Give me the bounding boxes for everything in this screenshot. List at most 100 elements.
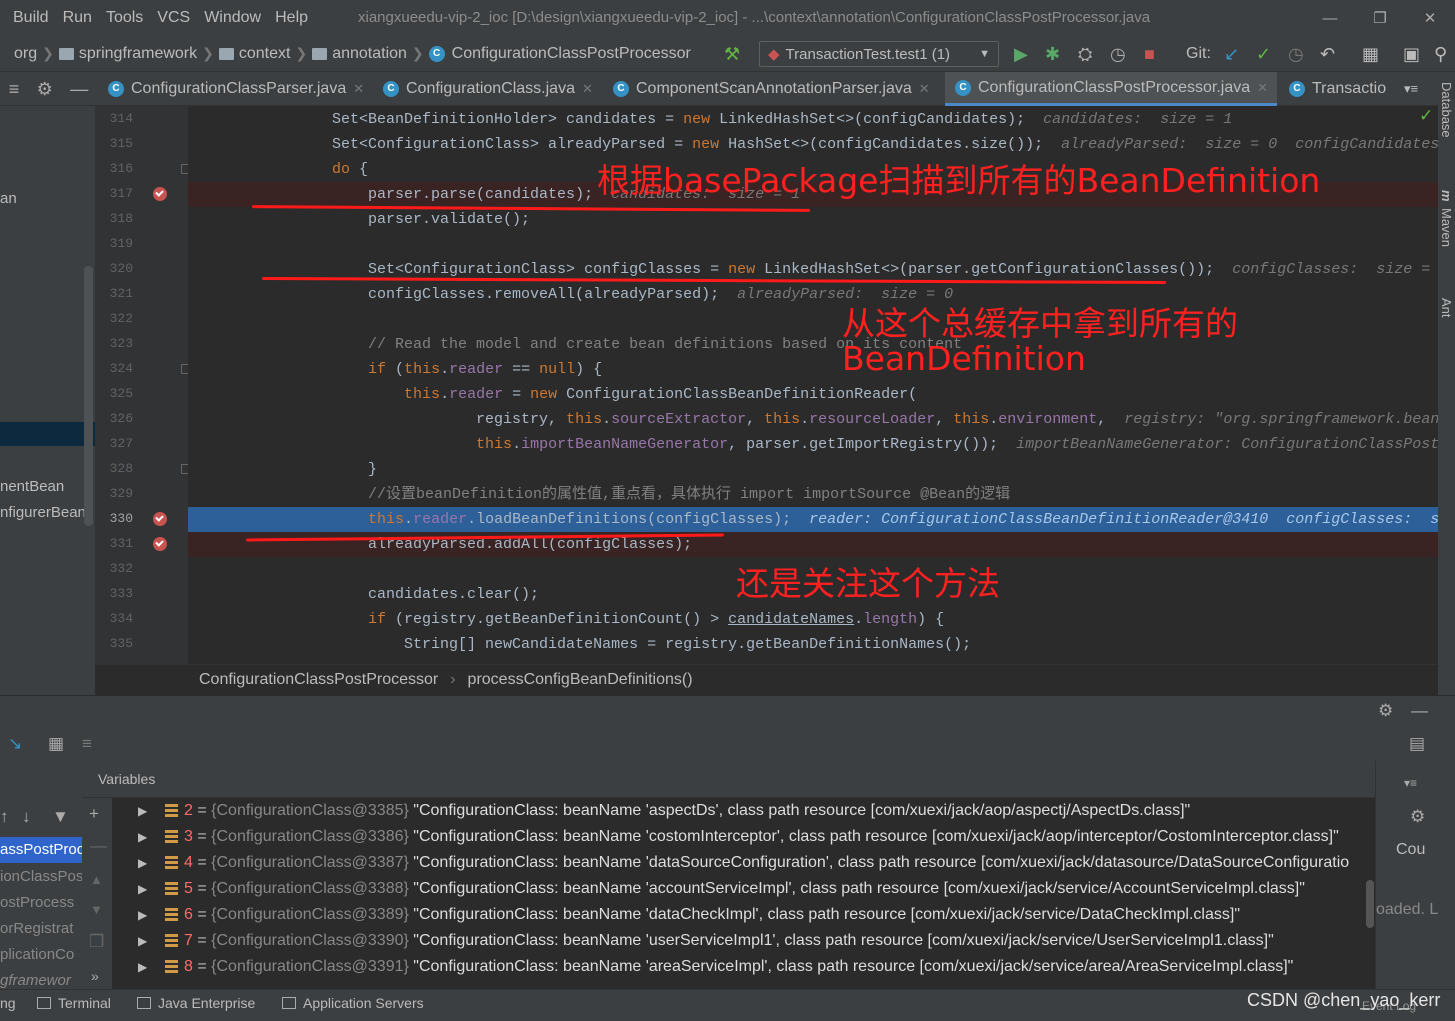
run-configuration-select[interactable]: ◆ TransactionTest.test1 (1) ▼ xyxy=(759,41,999,67)
expand-arrow-icon[interactable]: ▶ xyxy=(138,798,147,824)
copy-icon[interactable]: ❐ xyxy=(89,932,104,952)
breadcrumb-method[interactable]: processConfigBeanDefinitions() xyxy=(468,671,693,689)
expand-arrow-icon[interactable]: ▶ xyxy=(138,876,147,902)
remove-watch-icon[interactable]: — xyxy=(90,836,107,856)
tab-configurationclass[interactable]: C ConfigurationClass.java ✕ xyxy=(373,72,605,106)
step-out-icon[interactable]: ↘ xyxy=(8,734,22,754)
arrow-up-icon[interactable]: ↑ xyxy=(0,807,9,827)
code-line[interactable]: } xyxy=(188,457,1438,482)
project-item[interactable]: an xyxy=(0,190,17,207)
breakpoint-icon[interactable] xyxy=(153,187,167,201)
code-line[interactable]: this.reader.loadBeanDefinitions(configCl… xyxy=(188,507,1438,532)
list-options-icon[interactable]: ▾≡ xyxy=(1404,773,1417,793)
collapse-icon[interactable]: ≡ xyxy=(9,79,20,100)
expand-arrow-icon[interactable]: ▶ xyxy=(138,850,147,876)
expand-arrow-icon[interactable]: ▶ xyxy=(138,824,147,850)
git-history-icon[interactable]: ◷ xyxy=(1288,42,1304,66)
menu-window[interactable]: Window xyxy=(197,9,268,27)
frame-icon[interactable]: ▣ xyxy=(1403,42,1420,66)
project-scrollbar[interactable] xyxy=(84,266,93,526)
close-tab-icon[interactable]: ✕ xyxy=(1257,80,1268,96)
code-line[interactable]: configClasses.removeAll(alreadyParsed); … xyxy=(188,282,1438,307)
frame-item[interactable]: ostProcess xyxy=(0,890,82,916)
add-watch-icon[interactable]: + xyxy=(89,804,99,824)
code-line[interactable]: this.importBeanNameGenerator, parser.get… xyxy=(188,432,1438,457)
java-enterprise-tab[interactable]: Java Enterprise xyxy=(137,995,255,1011)
fold-marker-icon[interactable] xyxy=(181,164,188,174)
close-tab-icon[interactable]: ✕ xyxy=(353,81,364,97)
evaluate-icon[interactable]: ▦ xyxy=(48,734,64,754)
arrow-down-icon[interactable]: ↓ xyxy=(22,807,31,827)
filter-icon[interactable]: ▼ xyxy=(52,807,69,827)
code-line[interactable]: if (this.reader == null) { xyxy=(188,357,1438,382)
gear-icon[interactable]: ⚙ xyxy=(1378,701,1393,721)
git-update-icon[interactable]: ↙ xyxy=(1224,42,1239,66)
frame-item[interactable]: ionClassPos xyxy=(0,864,82,890)
terminal-tab[interactable]: Terminal xyxy=(37,995,111,1011)
menu-tools[interactable]: Tools xyxy=(99,9,150,27)
expand-arrow-icon[interactable]: ▶ xyxy=(138,928,147,954)
project-item[interactable]: nfigurerBean xyxy=(0,504,86,521)
close-icon[interactable]: ✕ xyxy=(1405,0,1455,36)
git-commit-icon[interactable]: ✓ xyxy=(1256,42,1271,66)
hide-icon[interactable]: — xyxy=(70,79,88,100)
coverage-icon[interactable]: ⛭ xyxy=(1078,42,1092,66)
crumb-context[interactable]: context ❯ xyxy=(218,45,312,63)
editor-gutter[interactable]: 314 315 316 317 318 319 320 321 322 323 324 325 326 3… xyxy=(95,106,188,664)
search-icon[interactable]: ⚲ xyxy=(1434,42,1447,66)
variable-row[interactable]: ▶ 6 = {ConfigurationClass@3389} "Configur… xyxy=(112,902,1375,928)
menu-build[interactable]: Build xyxy=(0,9,56,27)
ant-tool[interactable]: Ant xyxy=(1439,298,1454,318)
variable-row[interactable]: ▶ 3 = {ConfigurationClass@3386} "Configur… xyxy=(112,824,1375,850)
project-item[interactable]: nentBean xyxy=(0,478,64,495)
breadcrumb-class[interactable]: ConfigurationClassPostProcessor xyxy=(199,671,438,689)
variable-row[interactable]: ▶ 4 = {ConfigurationClass@3387} "Configur… xyxy=(112,850,1375,876)
frame-item[interactable]: plicationCo xyxy=(0,942,82,968)
stop-icon[interactable]: ■ xyxy=(1144,42,1155,66)
tab-componentscanannotationparser[interactable]: C ComponentScanAnnotationParser.java ✕ xyxy=(603,72,943,106)
frame-item[interactable]: gframewor xyxy=(0,968,82,989)
code-line[interactable]: parser.validate(); xyxy=(188,207,1438,232)
fold-marker-icon[interactable] xyxy=(181,464,188,474)
status-left[interactable]: ng xyxy=(0,995,16,1011)
fold-marker-icon[interactable] xyxy=(181,364,188,374)
menu-vcs[interactable]: VCS xyxy=(150,9,197,27)
variables-tree[interactable]: ▶ 2 = {ConfigurationClass@3385} "Configur… xyxy=(112,798,1375,989)
crumb-org[interactable]: org ❯ xyxy=(14,45,59,63)
expand-arrow-icon[interactable]: ▶ xyxy=(138,954,147,980)
debug-icon[interactable]: ✱ xyxy=(1045,42,1060,66)
tab-list-icon[interactable]: ▾≡ xyxy=(1400,72,1438,106)
variables-scrollbar[interactable] xyxy=(1366,880,1374,928)
restore-icon[interactable]: ❐ xyxy=(1355,0,1405,36)
crumb-springframework[interactable]: springframework ❯ xyxy=(58,45,219,63)
maven-m-icon[interactable]: m xyxy=(1439,190,1454,202)
run-icon[interactable]: ▶ xyxy=(1014,42,1028,66)
variable-row[interactable]: ▶ 2 = {ConfigurationClass@3385} "Configur… xyxy=(112,798,1375,824)
application-servers-tab[interactable]: Application Servers xyxy=(282,995,424,1011)
hide-icon[interactable]: — xyxy=(1411,701,1428,721)
variable-row[interactable]: ▶ 5 = {ConfigurationClass@3388} "Configur… xyxy=(112,876,1375,902)
inspection-ok-icon[interactable]: ✓ xyxy=(1419,106,1433,126)
close-tab-icon[interactable]: ✕ xyxy=(919,81,930,97)
trace-icon[interactable]: ≡ xyxy=(82,734,92,754)
minimize-icon[interactable]: — xyxy=(1305,0,1355,36)
gear-icon[interactable]: ⚙ xyxy=(37,79,53,100)
code-line[interactable]: registry, this.sourceExtractor, this.res… xyxy=(188,407,1438,432)
code-line[interactable] xyxy=(188,307,1438,332)
menu-run[interactable]: Run xyxy=(56,9,99,27)
code-line[interactable]: String[] newCandidateNames = registry.ge… xyxy=(188,632,1438,657)
tab-configurationclassparser[interactable]: C ConfigurationClassParser.java ✕ xyxy=(98,72,370,106)
code-line[interactable] xyxy=(188,232,1438,257)
variable-row[interactable]: ▶ 7 = {ConfigurationClass@3390} "Configur… xyxy=(112,928,1375,954)
frame-item[interactable]: assPostProc xyxy=(0,837,82,863)
more-icon[interactable]: » xyxy=(91,966,99,986)
crumb-annotation[interactable]: annotation ❯ xyxy=(312,45,428,63)
code-line[interactable]: if (registry.getBeanDefinitionCount() > … xyxy=(188,607,1438,632)
close-tab-icon[interactable]: ✕ xyxy=(582,81,593,97)
code-line[interactable]: Set<BeanDefinitionHolder> candidates = n… xyxy=(188,107,1438,132)
crumb-class[interactable]: C ConfigurationClassPostProcessor xyxy=(428,45,691,63)
project-structure-icon[interactable]: ▦ xyxy=(1362,42,1379,66)
code-line[interactable]: // Read the model and create bean defini… xyxy=(188,332,1438,357)
code-line[interactable]: alreadyParsed.addAll(configClasses); xyxy=(188,532,1438,557)
breakpoint-icon[interactable] xyxy=(153,537,167,551)
